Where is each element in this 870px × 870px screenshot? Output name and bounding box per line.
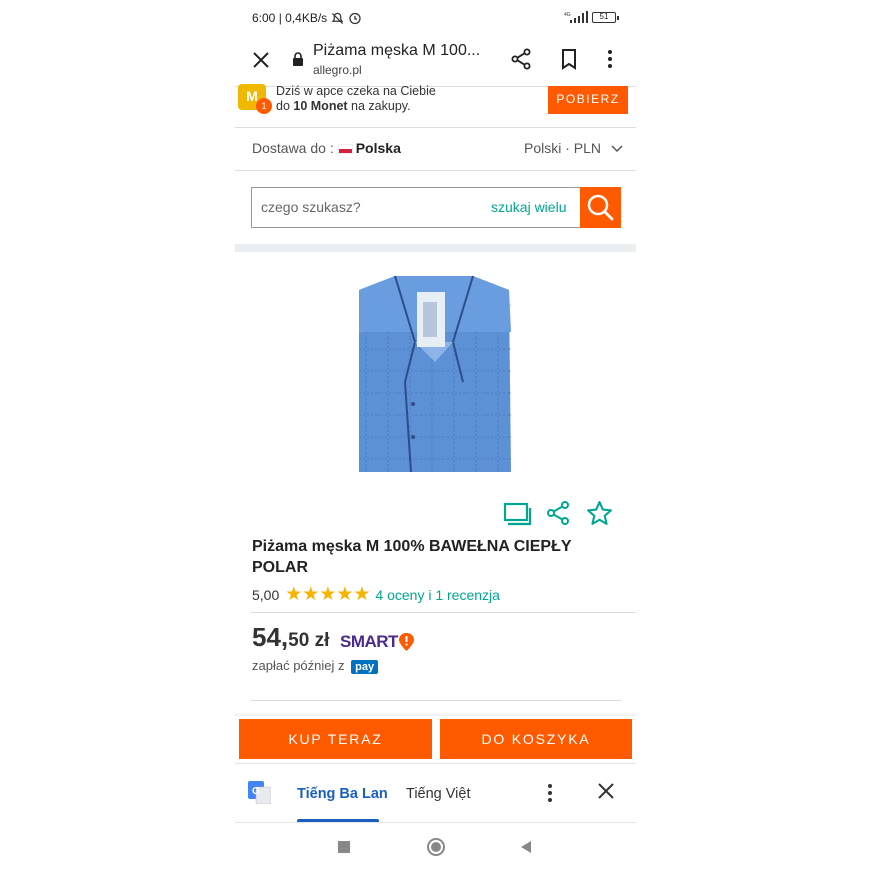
- google-translate-icon: G: [248, 781, 271, 804]
- mute-bell-icon: [331, 12, 344, 24]
- share-product-icon[interactable]: [545, 500, 571, 526]
- status-bar: 6:00 | 0,4KB/s 4G 51: [235, 8, 636, 28]
- page-title[interactable]: Piżama męska M 100...: [313, 42, 480, 60]
- coin-count-badge: 1: [256, 98, 272, 114]
- gallery-icon[interactable]: [503, 500, 531, 526]
- more-menu-icon[interactable]: [605, 48, 615, 70]
- smart-badge[interactable]: SMART: [340, 632, 398, 652]
- pay-badge: pay: [351, 660, 379, 674]
- product-price: 54,50 zł: [252, 622, 330, 652]
- favorite-star-icon[interactable]: [586, 500, 613, 527]
- recents-icon[interactable]: [337, 840, 351, 854]
- poland-flag-icon: [337, 144, 353, 154]
- share-icon[interactable]: [510, 48, 532, 70]
- product-title: Piżama męska M 100% BAWEŁNA CIEPŁY POLAR: [252, 538, 572, 576]
- svg-text:G: G: [252, 786, 260, 797]
- search-placeholder: czego szukasz?: [261, 199, 361, 215]
- reviews-link[interactable]: 4 oceny i 1 recenzja: [375, 587, 500, 603]
- promo-text-line1: Dziś w apce czeka na Ciebie: [276, 84, 436, 98]
- buttons-shadow: [235, 712, 636, 716]
- translate-more-icon[interactable]: [546, 783, 554, 803]
- phone-screen: 6:00 | 0,4KB/s 4G 51 Piżama męska M 100.…: [235, 0, 636, 870]
- coins-promo-banner: M 1 Dziś w apce czeka na Ciebie do 10 Mo…: [235, 84, 636, 126]
- product-image[interactable]: [355, 272, 513, 477]
- price-divider: [251, 700, 621, 701]
- delivery-divider: [235, 170, 636, 171]
- translate-bar: G Tiếng Ba Lan Tiếng Việt: [235, 763, 636, 822]
- close-icon[interactable]: [251, 50, 271, 70]
- buy-now-button[interactable]: KUP TERAZ: [239, 719, 432, 759]
- tab-source-language[interactable]: Tiếng Ba Lan: [297, 786, 388, 802]
- get-coins-button[interactable]: POBIERZ: [548, 86, 628, 114]
- svg-text:4G: 4G: [564, 12, 571, 18]
- rating-score: 5,00: [252, 586, 280, 603]
- promo-text-line2: do 10 Monet na zakupy.: [276, 99, 411, 113]
- language-currency-selector[interactable]: Polski · PLN: [524, 140, 623, 156]
- page-url[interactable]: allegro.pl: [313, 63, 362, 77]
- alarm-icon: [349, 12, 361, 25]
- delivery-selector[interactable]: Dostawa do : Polska: [252, 140, 401, 156]
- rating-stars: ★★★★★: [285, 584, 371, 605]
- search-icon: [587, 194, 614, 221]
- battery-icon: 51: [592, 11, 619, 23]
- browser-toolbar: Piżama męska M 100... allegro.pl: [235, 36, 636, 86]
- lock-icon: [293, 52, 303, 66]
- tab-target-language[interactable]: Tiếng Việt: [406, 786, 471, 802]
- search-many-link[interactable]: szukaj wielu: [491, 199, 566, 215]
- status-time: 6:00 | 0,4KB/s: [252, 11, 328, 25]
- signal-icon: 4G: [564, 11, 588, 23]
- search-input[interactable]: czego szukasz? szukaj wielu: [251, 187, 621, 228]
- pay-later-info[interactable]: zapłać później z pay: [252, 658, 379, 674]
- add-to-cart-button[interactable]: DO KOSZYKA: [440, 719, 632, 759]
- smart-info-icon[interactable]: [398, 632, 415, 652]
- bookmark-icon[interactable]: [560, 48, 578, 70]
- system-nav-bar: [235, 822, 636, 870]
- section-separator: [235, 244, 636, 252]
- home-icon[interactable]: [426, 837, 446, 857]
- back-icon[interactable]: [519, 840, 533, 854]
- translate-close-icon[interactable]: [597, 782, 615, 800]
- product-rating: 5,00 ★★★★★ 4 oceny i 1 recenzja: [252, 583, 500, 606]
- chevron-down-icon: [611, 145, 623, 153]
- search-button[interactable]: [580, 187, 621, 228]
- delivery-row: Dostawa do : Polska Polski · PLN: [235, 128, 636, 170]
- rating-divider: [251, 612, 636, 613]
